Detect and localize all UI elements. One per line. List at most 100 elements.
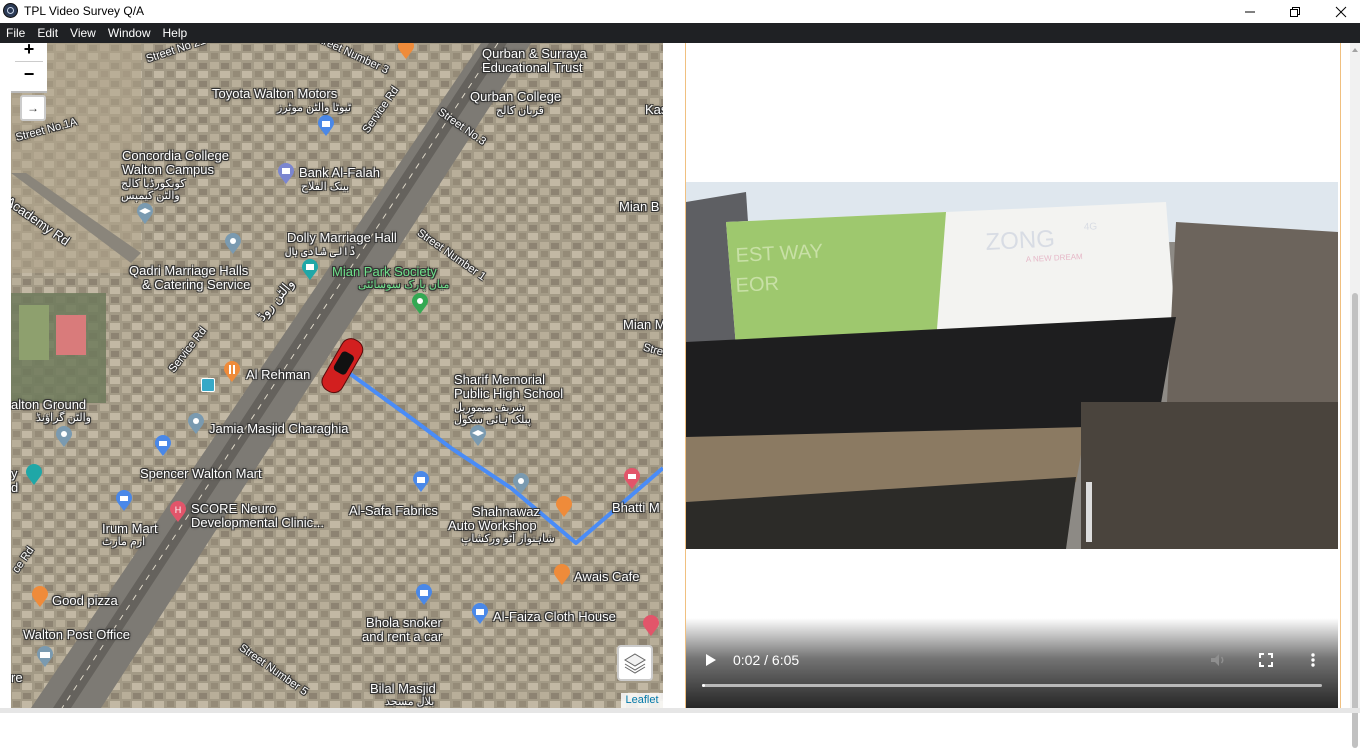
time-separator: / [760,652,772,668]
place-pin-icon[interactable] [511,473,531,495]
scroll-up-icon[interactable] [1350,45,1360,55]
leaflet-attribution-link[interactable]: Leaflet [621,693,663,708]
place-label: Developmental Clinic... [191,515,324,530]
place-label: d [11,480,19,495]
restaurant-pin-icon[interactable] [30,586,50,608]
video-frame[interactable]: ZONG 4G A NEW DREAM EST WAY EOR [686,182,1338,549]
close-button[interactable] [1318,0,1360,23]
shopping-cart-pin-icon[interactable] [114,490,134,512]
shopping-pin-icon[interactable] [414,584,434,606]
place-label: Public High School [454,386,564,401]
scroll-thumb[interactable] [1352,293,1358,748]
place-label-urdu: بلال مسجد [385,696,435,708]
app-icon [3,3,18,18]
place-label-urdu: پبلک ہائی سکول [454,414,531,426]
play-icon[interactable] [704,652,718,668]
place-pin-icon[interactable] [54,426,74,448]
marriage-hall-pin-icon[interactable] [24,464,44,486]
layers-icon [624,653,646,674]
vehicle-marker-icon[interactable] [311,331,371,401]
place-label: Spencer Walton Mart [140,466,262,481]
restore-button[interactable] [1272,0,1318,23]
shopping-pin-icon[interactable] [470,603,490,625]
close-icon [1335,6,1347,17]
menu-view[interactable]: View [64,26,102,40]
hospital-pin-icon[interactable]: H [168,501,188,523]
place-label: Bilal Masjid [370,681,436,696]
shopping-cart-pin-icon[interactable] [153,435,173,457]
page-scrollbar[interactable] [1350,43,1360,748]
place-label: Bhola snoker [366,615,442,630]
shopping-pin-icon[interactable] [316,115,336,137]
banner-text: EST WAY [735,240,823,267]
fullscreen-icon[interactable] [1258,652,1274,668]
place-label: Mian B [619,199,660,214]
restaurant-pin-icon[interactable] [554,496,574,518]
school-pin-icon[interactable] [135,203,155,225]
place-label: Al-Safa Fabrics [349,503,438,518]
restaurant-pin-icon[interactable] [396,43,416,60]
place-label: Auto Workshop [448,518,537,533]
place-label: re [11,670,23,685]
place-label: Mian Park Society [332,264,437,279]
layers-button[interactable] [617,645,653,681]
place-label: Good pizza [52,593,118,608]
minimize-button[interactable] [1227,0,1273,23]
place-label-urdu: ارم مارٹ [102,536,146,548]
place-label-urdu: والٹن گراؤنڈ [36,412,91,424]
video-progress-fill [702,684,705,687]
satellite-map[interactable]: H Street No 21 Street Number 3 Qurban & … [11,43,663,708]
menu-help[interactable]: Help [157,26,194,40]
duration: 6:05 [771,652,800,668]
hospital-pin-icon[interactable] [641,615,661,637]
place-label: Sharif Memorial [454,372,546,387]
video-scene-image: ZONG 4G A NEW DREAM EST WAY EOR [686,182,1338,549]
video-time: 0:02 / 6:05 [733,652,799,668]
place-pin-icon[interactable] [223,233,243,255]
menu-window[interactable]: Window [102,26,157,40]
locate-button[interactable]: → [20,95,46,121]
place-label-urdu: والٹن کیمپس [121,190,180,202]
place-label-urdu: قربان کالج [496,105,544,117]
post-office-pin-icon[interactable] [35,646,55,668]
shopping-pin-icon[interactable] [411,471,431,493]
menu-bar: File Edit View Window Help [0,23,1360,43]
sign-suffix-text: 4G [1084,221,1098,233]
bank-pin-icon[interactable] [276,163,296,185]
place-label: Qadri Marriage Halls [129,263,249,278]
place-label-urdu: شاہنواز آٹو ورکشاپ [461,533,555,545]
zoom-in-button[interactable]: + [11,37,47,61]
park-pin-icon[interactable] [410,293,430,315]
bus-stop-icon[interactable] [201,378,215,392]
place-label: Shahnawaz [472,504,540,519]
mute-icon[interactable] [1209,652,1227,668]
place-label: Dolly Marriage Hall [287,230,397,245]
video-progress-bar[interactable] [702,684,1322,687]
restaurant-pin-icon[interactable] [222,361,242,383]
place-label: Walton Campus [122,162,214,177]
status-strip [0,708,1360,713]
mosque-pin-icon[interactable] [186,413,206,435]
marriage-hall-pin-icon[interactable] [300,259,320,281]
place-label-urdu: ٹیوٹا والٹن موٹرز [277,102,352,114]
zoom-out-button[interactable]: − [11,62,47,86]
place-label: Concordia College [122,148,229,163]
school-pin-icon[interactable] [468,425,488,447]
place-label: Walton Post Office [23,627,130,642]
place-label: Toyota Walton Motors [212,86,338,101]
current-time: 0:02 [733,652,761,668]
place-label: Al-Faiza Cloth House [493,609,616,624]
title-bar: TPL Video Survey Q/A [0,0,1360,23]
place-label-urdu: ڈالی شادی ہال [285,246,356,258]
place-label: Qurban & Surraya [482,46,587,61]
zoom-control: + − [11,39,47,93]
place-label-urdu: میاں پارک سوسائٹی [358,279,450,291]
place-label: Jamia Masjid Charaghia [209,421,349,436]
cafe-pin-icon[interactable] [552,564,572,586]
place-label: and rent a car [362,629,443,644]
more-options-icon[interactable] [1308,652,1318,668]
place-label: Mian M [623,317,663,332]
restaurant-pin-icon[interactable] [622,468,642,490]
banner-text: EOR [735,273,779,297]
svg-text:H: H [175,505,182,515]
